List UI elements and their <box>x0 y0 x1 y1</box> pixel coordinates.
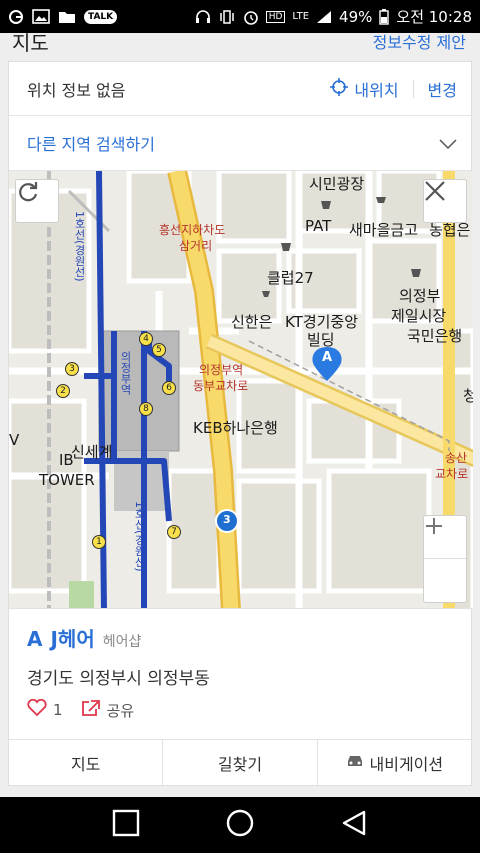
close-map-button[interactable] <box>423 179 467 223</box>
recent-apps-button[interactable] <box>112 809 140 841</box>
carrier-icon <box>8 9 24 25</box>
battery-icon <box>379 8 390 25</box>
car-icon <box>346 753 364 773</box>
exit-marker[interactable]: 7 <box>167 525 181 539</box>
like-button[interactable]: 1 <box>27 698 63 721</box>
place-title-line: A J헤어 헤어샵 <box>27 623 453 652</box>
signal-icon <box>316 10 332 24</box>
tab-navigation-label: 내비게이션 <box>369 754 444 774</box>
share-icon <box>81 699 101 721</box>
place-actions: 1 공유 <box>27 698 453 721</box>
map-card: 위치 정보 없음 내위치 변경 다른 지역 검색하기 A 3 시민광장 PAT … <box>8 61 473 786</box>
headset-icon <box>195 9 211 25</box>
crosshair-icon <box>330 77 349 100</box>
map-label-cheong: 청 <box>463 385 473 406</box>
exit-marker[interactable]: 3 <box>65 362 79 376</box>
tab-directions-label: 길찾기 <box>217 754 263 774</box>
refresh-map-button[interactable] <box>15 179 59 223</box>
map-label-station: 의정부역 <box>119 351 132 395</box>
map-label-uijeongbu-2: 제일시장 <box>391 307 447 325</box>
place-address: 경기도 의정부시 의정부동 <box>27 669 210 689</box>
map-label-station-junction-1: 의정부역 <box>199 363 244 377</box>
map-label-v: V <box>9 431 20 449</box>
home-button[interactable] <box>225 808 255 842</box>
network-type: LTE <box>292 11 310 22</box>
map-label-plaza: 시민광장 <box>309 175 365 193</box>
app-content: 지도 정보수정 제안 위치 정보 없음 내위치 변경 다른 지역 검색하기 A … <box>0 33 480 797</box>
exit-marker[interactable]: 5 <box>152 343 166 357</box>
back-button[interactable] <box>340 809 368 841</box>
map-label-shinsegae: 신세계 <box>71 443 113 461</box>
map-label-uijeongbu-1: 의정부 <box>399 287 441 305</box>
clock: 오전 10:28 <box>396 8 472 26</box>
map-label-heungseon-1: 흥선지하차도 <box>159 223 226 237</box>
tab-map-label: 지도 <box>70 754 101 774</box>
page-header: 지도 정보수정 제안 <box>0 33 480 61</box>
exit-marker[interactable]: 4 <box>139 332 153 346</box>
map-label-pat: PAT <box>305 217 332 235</box>
exit-marker[interactable]: 6 <box>162 381 176 395</box>
map-label-kt-building-2: 빌딩 <box>307 331 335 349</box>
tab-map[interactable]: 지도 <box>9 740 164 785</box>
region-search-label: 다른 지역 검색하기 <box>27 135 155 154</box>
map-label-line1-a: 1호선(경원선) <box>73 211 86 282</box>
map-label-station-junction-2: 동부교차로 <box>193 379 249 393</box>
map-label-songsan-1: 송산 <box>445 451 468 465</box>
heart-icon <box>27 698 47 721</box>
place-marker: A <box>27 627 43 651</box>
map-label-saemaeul: 새마을금고 <box>349 221 419 239</box>
region-search-row[interactable]: 다른 지역 검색하기 <box>9 116 471 171</box>
zoom-out-button[interactable] <box>424 525 466 602</box>
map-label-ib: IB <box>59 451 74 469</box>
page-title: 지도 <box>12 33 49 55</box>
alarm-icon <box>243 9 259 25</box>
location-status: 위치 정보 없음 <box>27 80 126 100</box>
share-button[interactable]: 공유 <box>81 699 135 721</box>
chevron-down-icon <box>439 134 457 153</box>
map-label-songsan-2: 교차로 <box>435 467 469 481</box>
map-pin-label[interactable]: A <box>322 350 332 365</box>
map-label-tower: TOWER <box>39 471 95 489</box>
vibrate-icon <box>218 9 236 25</box>
route-number: 3 <box>223 513 231 526</box>
kakaotalk-icon: TALK <box>84 9 118 24</box>
map-label-kebhana: KEB하나은행 <box>193 419 278 437</box>
map-label-shinhan: 신한은 <box>231 313 273 331</box>
exit-marker[interactable]: 2 <box>56 384 70 398</box>
exit-marker[interactable]: 8 <box>139 402 153 416</box>
map-view[interactable]: A 3 시민광장 PAT 새마을금고 농협은 흥선지하차도 삼거리 클럽27 신… <box>9 171 473 609</box>
map-label-kookmin: 국민은행 <box>407 327 463 345</box>
place-category: 헤어샵 <box>102 634 142 650</box>
hd-voice-icon: HD <box>265 10 286 23</box>
map-label-heungseon-2: 삼거리 <box>179 239 213 253</box>
folder-icon <box>58 10 76 24</box>
gallery-icon <box>32 9 50 24</box>
like-count: 1 <box>53 701 63 719</box>
map-label-club: 클럽27 <box>267 269 314 287</box>
share-label: 공유 <box>106 701 135 720</box>
tab-navigation[interactable]: 내비게이션 <box>318 740 471 785</box>
my-location-button[interactable]: 내위치 <box>330 77 399 101</box>
divider <box>412 79 414 98</box>
status-bar: TALK HD LTE 49% 오전 10:28 <box>0 0 480 33</box>
bottom-tabs: 지도 길찾기 내비게이션 <box>9 739 471 785</box>
suggest-edit-link[interactable]: 정보수정 제안 <box>373 33 466 53</box>
zoom-control <box>423 515 467 603</box>
location-row: 위치 정보 없음 내위치 변경 <box>9 62 471 116</box>
map-label-line1-b: 1호선(경원선) <box>133 501 146 572</box>
tab-directions[interactable]: 길찾기 <box>163 740 318 785</box>
exit-marker[interactable]: 1 <box>92 535 106 549</box>
place-info: A J헤어 헤어샵 경기도 의정부시 의정부동 1 공유 <box>9 609 471 731</box>
place-name[interactable]: J헤어 <box>50 623 94 652</box>
my-location-label: 내위치 <box>354 80 399 100</box>
change-location-button[interactable]: 변경 <box>428 77 457 101</box>
battery-percent: 49% <box>339 7 373 26</box>
system-nav-bar <box>0 797 480 853</box>
